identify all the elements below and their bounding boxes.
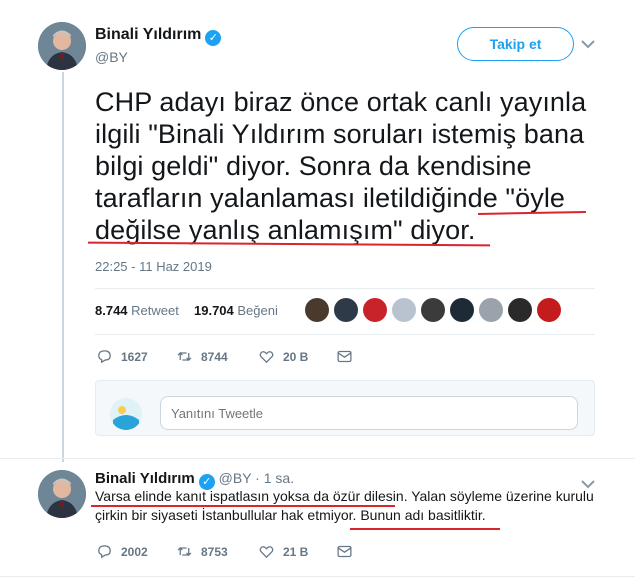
annotation-underline — [91, 505, 395, 507]
message-action[interactable] — [336, 543, 353, 560]
reply-icon — [98, 545, 111, 559]
liker-avatar[interactable] — [508, 298, 532, 322]
separator-dot: · — [255, 470, 260, 486]
reply-action[interactable]: 2002 — [96, 543, 148, 560]
thread-connector — [62, 72, 64, 462]
author-block: Binali Yıldırım ✓ @BY — [95, 26, 222, 65]
envelope-icon — [337, 350, 352, 363]
verified-badge-icon: ✓ — [205, 30, 222, 46]
liker-avatar[interactable] — [363, 298, 387, 322]
retweet-count: 8.744 — [95, 303, 128, 318]
like-count: 19.704 — [194, 303, 234, 318]
reply-author-name[interactable]: Binali Yıldırım — [95, 470, 195, 487]
tweet-timestamp[interactable]: 22:25 - 11 Haz 2019 — [95, 259, 212, 274]
liker-avatar[interactable] — [479, 298, 503, 322]
retweet-action[interactable]: 8744 — [176, 348, 228, 365]
like-action-count: 21 B — [283, 544, 309, 559]
retweet-icon — [177, 352, 192, 361]
reply-composer — [95, 380, 595, 436]
divider — [0, 576, 635, 577]
liker-avatars — [305, 298, 575, 324]
divider — [95, 334, 595, 335]
like-stat[interactable]: 19.704 Beğeni — [194, 303, 278, 318]
chevron-down-icon[interactable] — [581, 36, 595, 52]
heart-icon — [259, 546, 274, 559]
liker-avatar[interactable] — [392, 298, 416, 322]
divider — [0, 458, 635, 459]
retweet-action-count: 8744 — [201, 349, 228, 364]
divider — [95, 288, 595, 289]
follow-button[interactable]: Takip et — [457, 27, 574, 61]
avatar[interactable] — [38, 22, 86, 70]
author-handle[interactable]: @BY — [95, 49, 221, 65]
like-action-count: 20 B — [283, 349, 309, 364]
reply-avatar[interactable] — [38, 470, 86, 518]
liker-avatar[interactable] — [450, 298, 474, 322]
reply-count: 1627 — [121, 349, 148, 364]
heart-icon — [259, 351, 274, 364]
like-action[interactable]: 21 B — [258, 543, 308, 560]
retweet-stat[interactable]: 8.744 Retweet — [95, 303, 179, 318]
reply-count: 2002 — [121, 544, 148, 559]
viewer-avatar — [110, 398, 142, 430]
reply-time[interactable]: 1 sa. — [264, 470, 294, 486]
envelope-icon — [337, 545, 352, 558]
liker-avatar[interactable] — [421, 298, 445, 322]
liker-avatar[interactable] — [334, 298, 358, 322]
author-name[interactable]: Binali Yıldırım — [95, 26, 201, 43]
retweet-icon — [177, 547, 192, 556]
reply-author-handle[interactable]: @BY — [219, 470, 252, 486]
retweet-action[interactable]: 8753 — [176, 543, 228, 560]
liker-avatar[interactable] — [537, 298, 561, 322]
liker-avatar[interactable] — [305, 298, 329, 322]
reply-icon — [98, 350, 111, 364]
tweet-text: CHP adayı biraz önce ortak canlı yayınla… — [95, 87, 587, 245]
reply-action[interactable]: 1627 — [96, 348, 148, 365]
like-action[interactable]: 20 B — [258, 348, 308, 365]
reply-input[interactable] — [160, 396, 578, 430]
annotation-underline — [350, 528, 500, 530]
retweet-action-count: 8753 — [201, 544, 228, 559]
retweet-label: Retweet — [131, 303, 179, 318]
like-label: Beğeni — [237, 303, 278, 318]
message-action[interactable] — [336, 348, 353, 365]
